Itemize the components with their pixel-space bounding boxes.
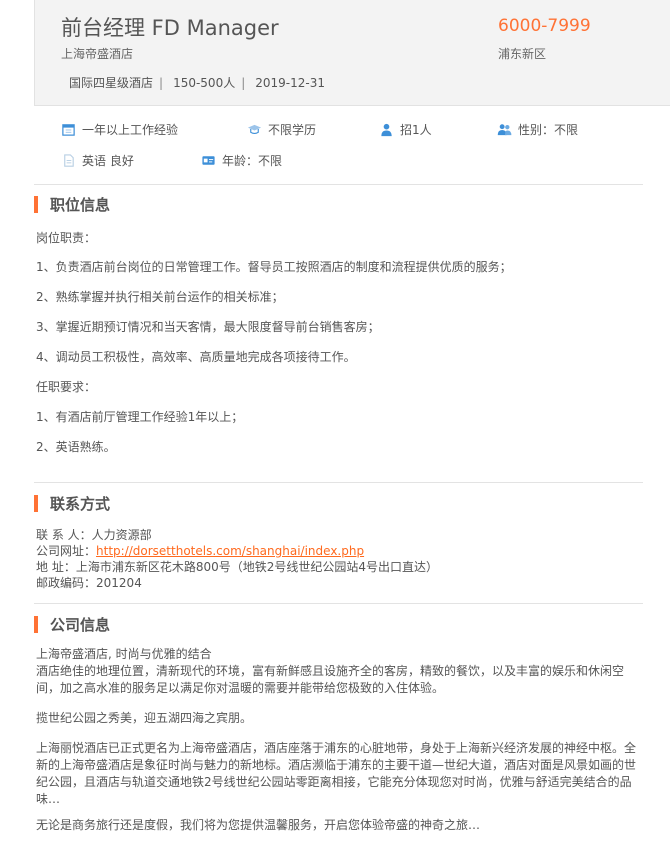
id-card-icon [200,153,216,169]
education-text: 不限学历 [268,123,317,137]
divider [34,184,643,185]
company-slogan: 揽世纪公园之秀美，迎五湖四海之宾朋。 [36,711,253,725]
company-history: 上海丽悦酒店已正式更名为上海帝盛酒店，酒店座落于浦东的心脏地带，身处于上海新兴经… [36,741,637,806]
divider [34,603,643,604]
language-attr: 英语 良好 [60,152,134,169]
duty-item: 4、调动员工积极性，高效率、高质量地完成各项接待工作。 [36,350,356,364]
company-closing: 无论是商务旅行还是度假，我们将为您提供温馨服务，开启您体验帝盛的神奇之旅… [36,818,481,832]
contact-person-value: 人力资源部 [91,528,152,542]
zip-label: 邮政编码： [36,576,97,590]
contact-person-label: 联 系 人： [36,528,92,542]
contact-heading: 联系方式 [34,493,110,514]
salary: 6000-7999 [498,16,591,36]
requirement-item: 1、有酒店前厅管理工作经验1年以上； [36,410,244,424]
duty-item: 3、掌握近期预订情况和当天客情，最大限度督导前台销售客房； [36,320,380,334]
company-website: 公司网址：http://dorsetthotels.com/shanghai/i… [36,542,364,559]
zip-code: 邮政编码：201204 [36,574,142,591]
contact-person: 联 系 人：人力资源部 [36,526,152,543]
section-accent-bar [34,196,38,213]
company-meta: 国际四星级酒店 | 150-500人 | 2019-12-31 [69,74,325,91]
website-link[interactable]: http://dorsetthotels.com/shanghai/index.… [96,544,364,558]
language-text: 英语 良好 [82,154,134,168]
job-title: 前台经理 FD Manager [61,16,279,40]
website-label: 公司网址： [36,544,97,558]
meta-separator: | [241,76,246,90]
job-info-heading: 职位信息 [34,194,110,215]
address-label: 地 址： [36,560,76,574]
company-tagline: 上海帝盛酒店, 时尚与优雅的结合 [36,647,212,661]
experience-attr: 一年以上工作经验 [60,121,178,138]
company-size: 150-500人 [173,76,236,90]
headcount-attr: 招1人 [378,121,432,138]
company-address: 地 址：上海市浦东新区花木路800号（地铁2号线世纪公园站4号出口直达） [36,558,438,575]
age-attr: 年龄：不限 [200,152,282,169]
contact-title: 联系方式 [50,495,111,513]
job-info-title: 职位信息 [50,196,111,214]
meta-separator: | [159,76,164,90]
headcount-text: 招1人 [400,123,432,137]
experience-text: 一年以上工作经验 [82,123,179,137]
address-value: 上海市浦东新区花木路800号（地铁2号线世纪公园站4号出口直达） [75,560,439,574]
age-text: 年龄：不限 [222,154,283,168]
calendar-icon [60,122,76,138]
graduation-cap-icon [246,122,262,138]
company-name[interactable]: 上海帝盛酒店 [61,45,133,62]
gender-text: 性别：不限 [518,123,579,137]
company-description: 酒店绝佳的地理位置，清新现代的环境，富有新鲜感且设施齐全的客房，精致的餐饮，以及… [36,664,625,695]
job-header: 前台经理 FD Manager 6000-7999 上海帝盛酒店 浦东新区 国际… [34,0,670,106]
section-accent-bar [34,616,38,633]
gender-attr: 性别：不限 [496,121,578,138]
document-icon [60,153,76,169]
users-icon [496,122,512,138]
person-icon [378,122,394,138]
duty-item: 1、负责酒店前台岗位的日常管理工作。督导员工按照酒店的制度和流程提供优质的服务； [36,260,512,274]
section-accent-bar [34,495,38,512]
education-attr: 不限学历 [246,121,316,138]
duty-label: 岗位职责： [36,231,97,245]
company-type: 国际四星级酒店 [69,76,154,90]
requirement-item: 2、英语熟练。 [36,440,116,454]
publish-date: 2019-12-31 [255,76,325,90]
company-info-title: 公司信息 [50,616,111,634]
divider [34,482,643,483]
job-location: 浦东新区 [498,47,547,61]
company-info-heading: 公司信息 [34,614,110,635]
requirement-label: 任职要求： [36,380,97,394]
duty-item: 2、熟练掌握并执行相关前台运作的相关标准； [36,290,284,304]
zip-value: 201204 [96,576,142,590]
